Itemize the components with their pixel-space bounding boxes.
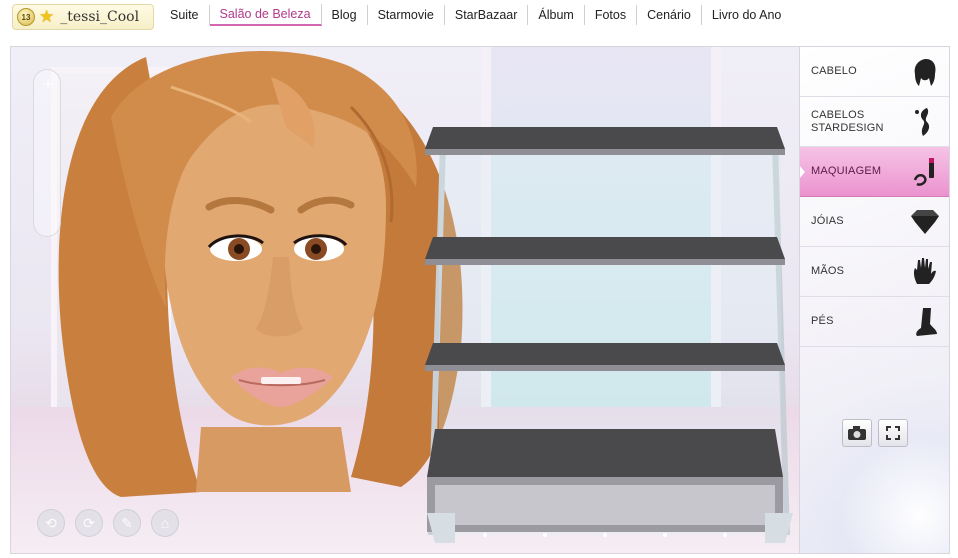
category-cabelos-stardesign[interactable]: CABELOS STARDESIGN (800, 97, 949, 147)
shelf-level-3[interactable] (425, 343, 785, 371)
shelf-level-2[interactable] (425, 237, 785, 265)
zoom-slider[interactable]: + (33, 69, 61, 237)
star-icon: ★ (39, 7, 55, 26)
username[interactable]: _tessi_Cool (60, 9, 139, 25)
makeup-shelf (425, 127, 793, 543)
category-label: MAQUIAGEM (811, 165, 882, 177)
category-maos[interactable]: MÃOS (800, 247, 949, 297)
hair-icon (914, 59, 936, 86)
hat-icon: ⌂ (160, 515, 170, 531)
shelf-level-4[interactable] (427, 429, 783, 532)
category-pes[interactable]: PÉS (800, 297, 949, 347)
stage-tools: ⟲ ⟳ ✎ ⌂ (37, 509, 179, 537)
user-level: 13 (21, 12, 31, 22)
nav-item-starmovie[interactable]: Starmovie (368, 5, 445, 25)
category-joias[interactable]: JÓIAS (800, 197, 949, 247)
rotate-left-icon: ⟲ (45, 514, 57, 531)
nav-item-starbazaar[interactable]: StarBazaar (445, 5, 529, 25)
jewel-icon (911, 210, 939, 234)
rotate-right-icon: ⟳ (83, 514, 95, 531)
nav-item-livro-do-ano[interactable]: Livro do Ano (702, 5, 792, 25)
top-bar: 13 ★ _tessi_Cool Suite Salão de Beleza B… (0, 0, 958, 40)
nav-item-blog[interactable]: Blog (322, 5, 368, 25)
hair-design-icon (915, 108, 930, 136)
makeup-brush-button[interactable]: ✎ (113, 509, 141, 537)
category-label: MÃOS (811, 265, 845, 277)
nav-item-suite[interactable]: Suite (160, 5, 210, 25)
main-nav: Suite Salão de Beleza Blog Starmovie Sta… (160, 0, 791, 30)
panel-sparkle (800, 363, 949, 553)
hand-icon (913, 258, 936, 284)
rotate-right-button[interactable]: ⟳ (75, 509, 103, 537)
fullscreen-button[interactable] (878, 419, 908, 447)
nav-item-salao-de-beleza[interactable]: Salão de Beleza (209, 4, 322, 26)
level-badge-icon: 13 (17, 8, 35, 26)
category-label: CABELOS STARDESIGN (811, 108, 884, 134)
category-label: JÓIAS (811, 215, 844, 227)
rotate-left-button[interactable]: ⟲ (37, 509, 65, 537)
category-maquiagem[interactable]: MAQUIAGEM (800, 147, 949, 197)
nav-item-cenario[interactable]: Cenário (637, 5, 702, 25)
category-cabelo[interactable]: CABELO (800, 47, 949, 97)
hat-button[interactable]: ⌂ (151, 509, 179, 537)
camera-icon (848, 426, 866, 440)
user-badge[interactable]: 13 ★ _tessi_Cool (12, 4, 154, 30)
fullscreen-icon (886, 426, 900, 440)
camera-button[interactable] (842, 419, 872, 447)
category-panel: CABELO CABELOS STARDESIGN MAQUIAGEM JÓIA… (800, 46, 950, 554)
category-label: PÉS (811, 315, 834, 327)
nav-item-fotos[interactable]: Fotos (585, 5, 638, 25)
makeup-icon (913, 158, 934, 186)
shelf-level-1[interactable] (425, 127, 785, 155)
avatar-neck (196, 427, 351, 492)
makeup-brush-icon: ✎ (121, 514, 133, 531)
beauty-salon-stage: + ⟲ ⟳ ✎ ⌂ (10, 46, 800, 554)
foot-icon (916, 308, 937, 336)
category-label: CABELO (811, 65, 857, 77)
zoom-in-icon[interactable]: + (34, 74, 62, 95)
nav-item-album[interactable]: Álbum (528, 5, 585, 25)
